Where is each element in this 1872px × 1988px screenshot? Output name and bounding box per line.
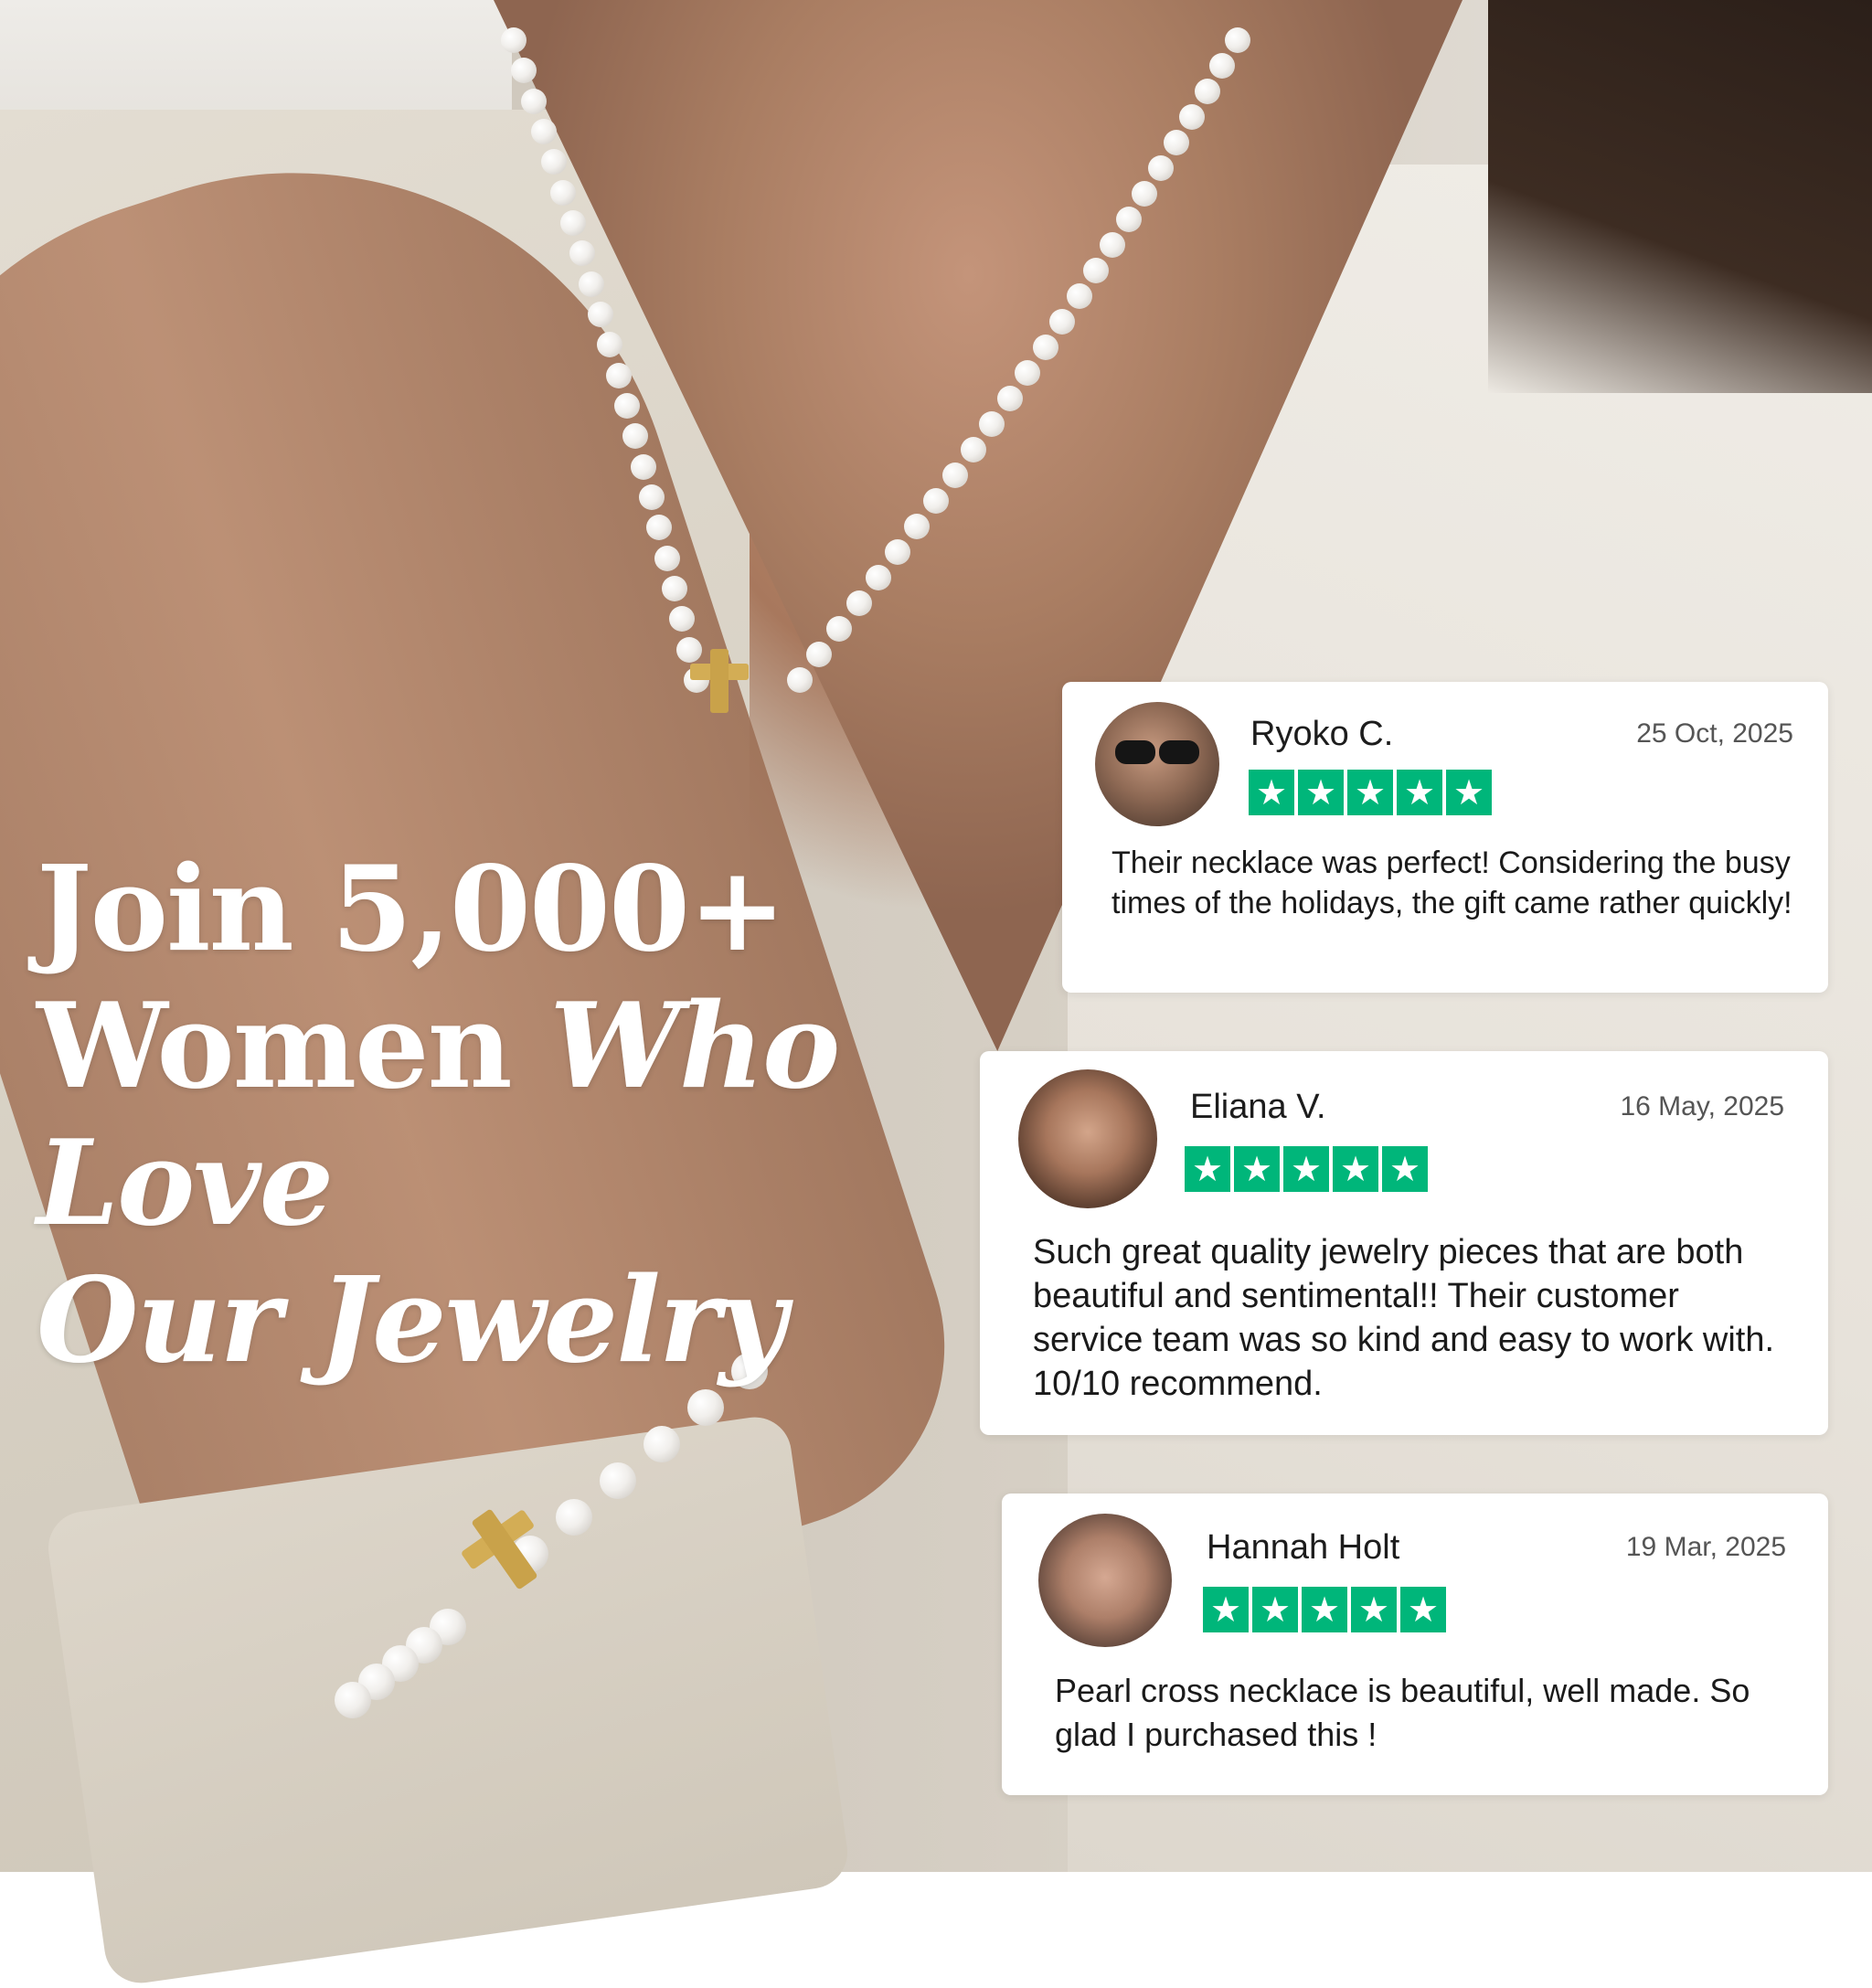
star-icon: ★ (1397, 770, 1442, 815)
pearl-bead (996, 386, 1023, 411)
star-icon: ★ (1234, 1146, 1280, 1192)
star-icon: ★ (1185, 1146, 1230, 1192)
reviewer-name: Hannah Holt (1207, 1528, 1400, 1567)
reviewer-photo-icon (1095, 702, 1219, 826)
star-icon: ★ (1400, 1587, 1446, 1632)
pearl-bead (1115, 207, 1142, 232)
pearl-bead (662, 576, 688, 601)
headline-line-2: Women Who Love (37, 978, 951, 1252)
headline-line-1: Join 5,000+ (37, 841, 786, 978)
pearl-bead (1100, 232, 1126, 258)
reviewer-photo-icon (1038, 1514, 1172, 1647)
pearl-bead (1066, 283, 1092, 309)
pearl-bead (520, 88, 547, 114)
pearl-bead (335, 1682, 371, 1718)
pearl-bead (786, 667, 813, 693)
necklace-cross-pendant (690, 649, 749, 713)
pearl-bead (866, 565, 892, 590)
star-icon: ★ (1252, 1587, 1298, 1632)
review-card: Eliana V. 16 May, 2025 ★ ★ ★ ★ ★ Such great … (980, 1051, 1828, 1435)
headline-line-3: Our Jewelry (37, 1252, 787, 1389)
star-rating: ★ ★ ★ ★ ★ (1249, 770, 1492, 815)
star-icon: ★ (1302, 1587, 1347, 1632)
pearl-bead (631, 453, 657, 480)
review-date: 25 Oct, 2025 (1636, 718, 1793, 749)
pearl-bead (556, 1499, 592, 1536)
review-text: Their necklace was perfect! Considering … (1112, 845, 1792, 920)
pearl-bead (961, 437, 987, 462)
star-rating: ★ ★ ★ ★ ★ (1185, 1146, 1428, 1192)
pearl-bead (1147, 155, 1174, 181)
review-date: 19 Mar, 2025 (1625, 1532, 1786, 1562)
pearl-bead (654, 545, 680, 571)
review-card: Hannah Holt 19 Mar, 2025 ★ ★ ★ ★ ★ Pearl cro… (1002, 1494, 1828, 1795)
pearl-bead (579, 271, 605, 297)
star-icon: ★ (1283, 1146, 1329, 1192)
star-icon: ★ (1382, 1146, 1428, 1192)
sweater-cuff (43, 1412, 853, 1988)
star-icon: ★ (1203, 1587, 1249, 1632)
reviewer-photo-icon (1018, 1069, 1157, 1208)
star-rating: ★ ★ ★ ★ ★ (1203, 1587, 1446, 1632)
star-icon: ★ (1249, 770, 1294, 815)
pearl-bead (644, 1426, 680, 1462)
pearl-bead (846, 590, 872, 616)
star-icon: ★ (1298, 770, 1344, 815)
pearl-bead (638, 484, 665, 510)
pearl-bead (600, 1462, 636, 1499)
pearl-bead (941, 462, 968, 488)
pearl-bead (550, 179, 577, 206)
review-card: Ryoko C. 25 Oct, 2025 ★ ★ ★ ★ ★ Their neckla… (1062, 682, 1828, 993)
star-icon: ★ (1446, 770, 1492, 815)
headline: Join 5,000+ Women Who Love Our Jewelry (37, 841, 951, 1389)
pearl-bead (530, 119, 557, 144)
pearl-bead (1178, 104, 1205, 130)
star-icon: ★ (1351, 1587, 1397, 1632)
pearl-bead (540, 149, 567, 175)
star-icon: ★ (1333, 1146, 1378, 1192)
headline-line-2-regular: Women (37, 978, 550, 1115)
review-date: 16 May, 2025 (1620, 1091, 1784, 1122)
pearl-bead (826, 616, 853, 642)
pearl-bead (614, 393, 641, 419)
pearl-bead (979, 411, 1005, 437)
pearl-bead (1163, 130, 1189, 155)
reviewer-name: Eliana V. (1190, 1088, 1326, 1126)
pearl-bead (923, 488, 950, 514)
pearl-bead (687, 1389, 724, 1426)
review-text: Such great quality jewelry pieces that a… (1033, 1233, 1775, 1403)
pearl-bead (559, 210, 586, 236)
pearl-bead (1083, 258, 1110, 283)
pearl-bead (605, 362, 632, 388)
reviewer-name: Ryoko C. (1250, 715, 1394, 753)
pearl-bead (501, 27, 526, 53)
star-icon: ★ (1347, 770, 1393, 815)
pearl-bead (1225, 27, 1250, 53)
pearl-bead (1032, 335, 1058, 360)
pearl-bead (1194, 79, 1220, 104)
review-text: Pearl cross necklace is beautiful, well … (1055, 1672, 1750, 1753)
hair (1488, 0, 1872, 393)
